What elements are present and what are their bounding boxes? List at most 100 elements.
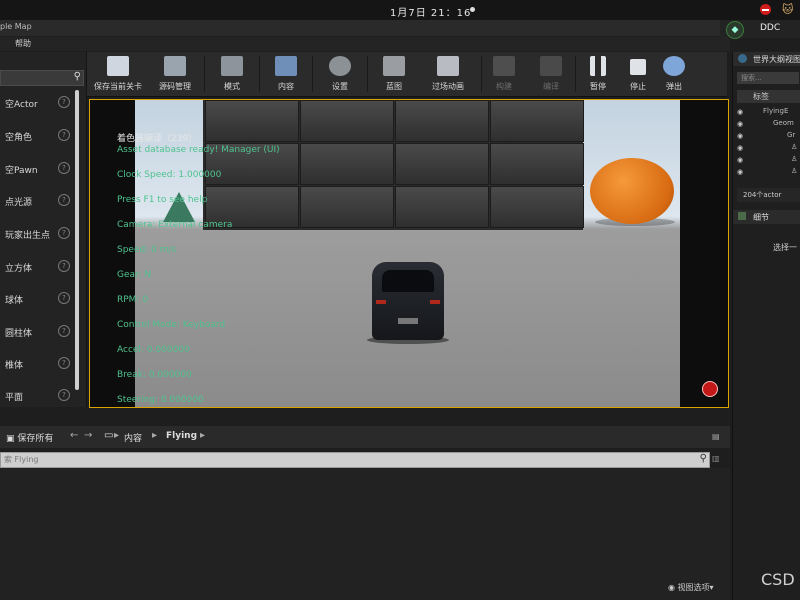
forward-arrow-icon[interactable]: → (84, 430, 92, 441)
actor-search-input[interactable]: ⚲ (0, 70, 84, 86)
help-icon[interactable]: ? (58, 194, 70, 206)
filter-icon[interactable]: ▥ (712, 454, 720, 464)
visibility-eye-icon[interactable]: ◉ (737, 168, 743, 176)
folder-icon: ▭ (104, 430, 114, 441)
level-tab[interactable]: ple Map (0, 22, 32, 31)
cat-icon[interactable]: 🐱 (782, 3, 793, 16)
save-all-button[interactable]: ▣ 保存所有 (6, 431, 53, 444)
content-label: 内容 (278, 82, 294, 91)
stop-button[interactable]: 停止 (620, 52, 656, 96)
help-icon[interactable]: ? (58, 162, 70, 174)
level-viewport[interactable]: 着色器编译（239） Asset database ready! Manager… (89, 99, 729, 408)
details-title: 细节 (753, 213, 769, 222)
help-icon[interactable]: ? (58, 129, 70, 141)
outliner-row[interactable]: ◉ Gr (737, 130, 800, 142)
actor-item-empty-character[interactable]: 空角色 ? (0, 121, 74, 151)
pause-button[interactable]: 暂停 (577, 52, 619, 96)
actor-item-player-start[interactable]: 玩家出生点 ? (0, 219, 74, 249)
details-tab[interactable]: 细节 (733, 210, 800, 224)
hud-line: RPM: 0 (117, 295, 149, 305)
source-control-label: 源码管理 (159, 82, 191, 91)
outliner-row[interactable]: ◉ ♙ (737, 142, 800, 154)
modes-button[interactable]: 模式 (207, 52, 257, 96)
help-icon[interactable]: ? (58, 260, 70, 272)
save-level-button[interactable]: 保存当前关卡 (89, 52, 147, 96)
actor-list-scrollbar[interactable] (75, 90, 79, 390)
modes-label: 模式 (224, 82, 240, 91)
menu-help[interactable]: 帮助 (15, 38, 31, 49)
actor-item-label: 立方体 (5, 264, 33, 274)
hud-line: Press F1 to see help (117, 195, 208, 205)
tools-icon (221, 56, 243, 76)
stop-recording-icon[interactable] (760, 4, 771, 15)
actor-item-plane[interactable]: 平面 ? (0, 381, 74, 411)
status-dot (470, 7, 475, 12)
gear-icon (329, 56, 351, 76)
outliner-row[interactable]: ◉ ♙ (737, 154, 800, 166)
settings-button[interactable]: 设置 (315, 52, 365, 96)
outliner-tab[interactable]: 世界大纲视图 (733, 52, 800, 66)
actor-item-empty-pawn[interactable]: 空Pawn ? (0, 154, 74, 184)
search-icon[interactable]: ⚲ (700, 453, 707, 464)
outliner-row-label: Gr (787, 131, 796, 139)
outliner-row[interactable]: ◉ ♙ (737, 166, 800, 178)
view-options-button[interactable]: ◉ 视图选项▾ (668, 582, 714, 593)
lock-icon[interactable]: ▤ (712, 432, 720, 441)
outliner-search-input[interactable]: 搜索... (737, 72, 799, 84)
outliner-column-header[interactable]: 标签 (737, 90, 800, 103)
person-icon: ♙ (791, 143, 798, 151)
visibility-eye-icon[interactable]: ◉ (737, 108, 743, 116)
vehicle-plate (398, 318, 418, 324)
compile-label: 编译 (543, 82, 559, 91)
visibility-eye-icon[interactable]: ◉ (737, 120, 743, 128)
eject-button[interactable]: 弹出 (656, 52, 692, 96)
build-label: 构建 (496, 82, 512, 91)
build-button[interactable]: 构建 (483, 52, 525, 96)
actor-item-label: 点光源 (5, 198, 33, 208)
outliner-row-label: Geom (773, 119, 794, 127)
help-icon[interactable]: ? (58, 357, 70, 369)
outliner-title: 世界大纲视图 (753, 55, 800, 64)
visibility-eye-icon[interactable]: ◉ (737, 132, 743, 140)
breadcrumb-content[interactable]: 内容 (124, 431, 142, 444)
compile-button[interactable]: 编译 (529, 52, 573, 96)
outliner-column-label: 标签 (753, 92, 769, 101)
help-icon[interactable]: ? (58, 292, 70, 304)
back-arrow-icon[interactable]: ← (70, 430, 78, 441)
help-icon[interactable]: ? (58, 389, 70, 401)
pause-icon (590, 56, 606, 76)
vehicle-hud: 着色器编译（239） Asset database ready! Manager… (117, 100, 377, 407)
content-asset-area[interactable] (0, 468, 730, 600)
stop-icon (630, 59, 646, 75)
help-icon[interactable]: ? (58, 325, 70, 337)
actor-item-empty-actor[interactable]: 空Actor ? (0, 88, 74, 118)
search-icon[interactable]: ⚲ (74, 71, 81, 82)
content-grid-icon (275, 56, 297, 76)
blueprints-button[interactable]: 蓝图 (370, 52, 418, 96)
source-control-icon (164, 56, 186, 76)
actor-item-cube[interactable]: 立方体 ? (0, 252, 74, 282)
content-button[interactable]: 内容 (262, 52, 310, 96)
actor-item-cylinder[interactable]: 圆柱体 ? (0, 317, 74, 347)
record-icon[interactable] (702, 381, 718, 397)
source-control-button[interactable]: 源码管理 (147, 52, 203, 96)
help-icon[interactable]: ? (58, 96, 70, 108)
ddc-indicator[interactable]: ◆ DDC (720, 20, 800, 39)
breadcrumb-folder[interactable]: Flying (166, 431, 197, 441)
actor-item-sphere[interactable]: 球体 ? (0, 284, 74, 314)
wall-tile (490, 100, 584, 142)
outliner-row[interactable]: ◉ FlyingE (737, 106, 800, 118)
visibility-eye-icon[interactable]: ◉ (737, 144, 743, 152)
actor-item-cone[interactable]: 椎体 ? (0, 349, 74, 379)
content-search-input[interactable]: 索 Flying ⚲ (0, 452, 710, 468)
visibility-eye-icon[interactable]: ◉ (737, 156, 743, 164)
help-icon[interactable]: ? (58, 227, 70, 239)
outliner-search-placeholder: 搜索... (741, 74, 762, 82)
save-level-label: 保存当前关卡 (94, 82, 142, 91)
outliner-row[interactable]: ◉ Geom (737, 118, 800, 130)
hud-line: Steering: 0.000000 (117, 395, 204, 405)
details-icon (738, 212, 746, 220)
cinematics-button[interactable]: 过场动画 (417, 52, 479, 96)
actor-item-point-light[interactable]: 点光源 ? (0, 186, 74, 216)
gamepad-icon (383, 56, 405, 76)
